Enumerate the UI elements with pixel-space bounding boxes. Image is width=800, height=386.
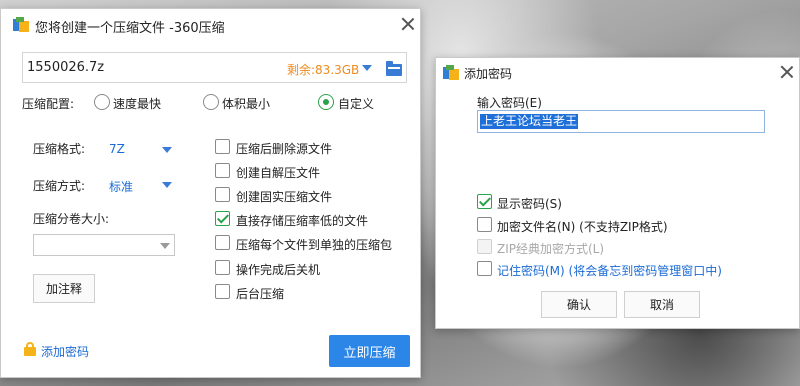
option-self-extract-label[interactable]: 创建自解压文件	[236, 164, 320, 181]
method-select-value[interactable]: 标准	[109, 178, 133, 195]
password-dialog-title: 添加密码	[464, 67, 513, 81]
option-delete-source-checkbox[interactable]	[215, 139, 230, 154]
option-store-low-ratio-checkbox[interactable]	[215, 211, 230, 226]
password-input[interactable]: 上老王论坛当老王	[477, 110, 765, 133]
compress-now-button-label: 立即压缩	[343, 345, 396, 361]
split-size-label: 压缩分卷大小:	[33, 212, 110, 226]
password-input-value: 上老王论坛当老王	[480, 114, 579, 129]
password-close-icon[interactable]	[780, 65, 794, 79]
cancel-button-label: 取消	[649, 298, 674, 312]
radio-smallest-size[interactable]	[203, 94, 219, 110]
password-input-label: 输入密码(E)	[477, 96, 542, 110]
add-comment-button[interactable]: 加注释	[33, 274, 95, 303]
option-separate-archives-label[interactable]: 压缩每个文件到单独的压缩包	[236, 236, 392, 253]
radio-custom[interactable]	[318, 94, 334, 110]
split-size-combobox[interactable]	[33, 234, 175, 256]
add-comment-button-label: 加注释	[45, 282, 82, 296]
main-titlebar: 您将创建一个压缩文件 -360压缩	[1, 9, 420, 39]
method-dropdown-icon[interactable]	[162, 182, 172, 188]
free-space-text: 剩余:83.3GB	[287, 63, 360, 77]
zip-classic-encryption-label: ZIP经典加密方式(L)	[497, 242, 605, 256]
show-password-checkbox[interactable]	[477, 194, 492, 209]
option-separate-archives-checkbox[interactable]	[215, 235, 230, 250]
create-archive-dialog: 您将创建一个压缩文件 -360压缩 1550026.7z 剩余:83.3GB 压…	[0, 8, 421, 378]
confirm-button[interactable]: 确认	[541, 291, 617, 318]
add-password-link[interactable]: 添加密码	[41, 343, 89, 360]
option-store-low-ratio-label[interactable]: 直接存储压缩率低的文件	[236, 212, 368, 229]
method-label: 压缩方式:	[33, 179, 86, 193]
option-background-label[interactable]: 后台压缩	[236, 285, 284, 302]
browse-folder-icon[interactable]	[386, 61, 402, 76]
cancel-button[interactable]: 取消	[624, 291, 700, 318]
path-history-dropdown-icon[interactable]	[362, 65, 372, 71]
radio-custom-label[interactable]: 自定义	[338, 95, 374, 112]
encrypt-filenames-label[interactable]: 加密文件名(N) (不支持ZIP格式)	[497, 218, 668, 235]
radio-speed-fastest[interactable]	[94, 94, 110, 110]
option-solid-archive-label[interactable]: 创建固实压缩文件	[236, 188, 332, 205]
main-dialog-title: 您将创建一个压缩文件 -360压缩	[35, 21, 225, 36]
zip-classic-encryption-checkbox	[477, 239, 492, 254]
remember-password-checkbox[interactable]	[477, 261, 492, 276]
main-close-icon[interactable]	[401, 17, 415, 31]
radio-smallest-size-label[interactable]: 体积最小	[222, 95, 270, 112]
option-shutdown-label[interactable]: 操作完成后关机	[236, 261, 320, 278]
confirm-button-label: 确认	[566, 298, 591, 312]
password-dialog-app-icon	[443, 65, 459, 81]
option-solid-archive-checkbox[interactable]	[215, 187, 230, 202]
option-delete-source-label[interactable]: 压缩后删除源文件	[236, 140, 332, 157]
archive-path-field[interactable]: 1550026.7z 剩余:83.3GB	[22, 52, 407, 83]
add-password-dialog: 添加密码 输入密码(E) 上老王论坛当老王 显示密码(S) 加密文件名(N) (…	[435, 57, 800, 329]
format-select-value[interactable]: 7Z	[109, 142, 125, 156]
unlock-icon[interactable]	[24, 342, 36, 356]
split-size-dropdown-icon[interactable]	[160, 243, 170, 249]
360zip-app-icon	[13, 17, 29, 33]
archive-path-value: 1550026.7z	[27, 60, 105, 75]
option-self-extract-checkbox[interactable]	[215, 163, 230, 178]
compress-now-button[interactable]: 立即压缩	[329, 335, 410, 367]
format-dropdown-icon[interactable]	[162, 147, 172, 153]
show-password-label[interactable]: 显示密码(S)	[497, 195, 562, 212]
option-shutdown-checkbox[interactable]	[215, 260, 230, 275]
radio-speed-fastest-label[interactable]: 速度最快	[113, 95, 161, 112]
config-label: 压缩配置:	[22, 97, 75, 111]
format-label: 压缩格式:	[33, 142, 86, 156]
encrypt-filenames-checkbox[interactable]	[477, 217, 492, 232]
remember-password-label[interactable]: 记住密码(M) (将会备忘到密码管理窗口中)	[497, 262, 722, 279]
option-background-checkbox[interactable]	[215, 284, 230, 299]
